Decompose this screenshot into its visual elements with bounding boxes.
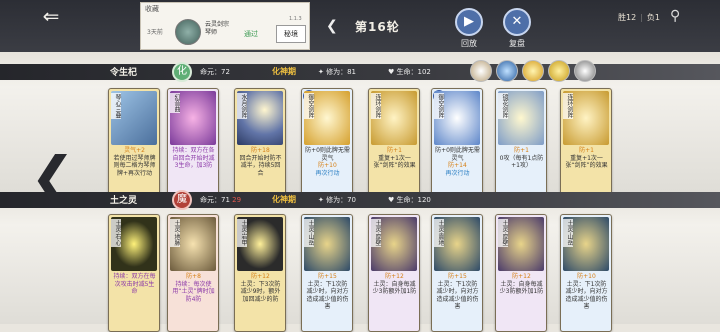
top-bar: ⇐ 收藏 3天前 云灵剑宗 琴师 通过 1.1.3 秘境 ❮ 第16轮 ▶ 回放 … — [0, 0, 720, 52]
card-title: 琴心三叠 — [111, 93, 121, 119]
player2-header: 土之灵 魔 命元：71 29 化神期 ✦ 修为：70 ♥ 生命：120 — [0, 190, 720, 210]
realm-icon: 化 — [172, 62, 192, 82]
card-text: 防+15 土灵：下1次防减少时，向对方造成减少值的伤害 — [436, 273, 479, 310]
card-text: 防+12 土灵：下3次防减少9时，额外加回减少的防 — [240, 273, 281, 303]
card-text: 防+12 土灵：自身每减少3防额外加1防 — [372, 273, 417, 295]
card-4[interactable]: 土灵·山岳 防+15 土灵：下1次防减少时，向对方造成减少值的伤害 — [301, 214, 353, 332]
card-title: 土灵·岩甲 — [237, 219, 247, 247]
realm-icon: 魔 — [172, 190, 192, 210]
version-label: 1.1.3 — [289, 16, 302, 22]
card-6[interactable]: 土灵·震地 防+15 土灵：下1次防减少时，向对方造成减少值的伤害 — [431, 214, 483, 332]
card-title: 土灵·厚壁 — [498, 219, 508, 247]
prev-page-icon[interactable]: ❮ — [30, 150, 75, 204]
card-text: 防+15 土灵：下1次防减少时，向对方造成减少值的伤害 — [306, 273, 349, 310]
card-3[interactable]: 土灵·岩甲 防+12 土灵：下3次防减少9时，额外加回减少的防 — [234, 214, 286, 332]
card-title: 御空剑阵 — [304, 93, 314, 119]
card-title: 土灵·厚壁 — [371, 219, 381, 247]
card-8[interactable]: 连环剑阵 防+1 重复+1次一张“剑阵”的效果 — [560, 88, 612, 206]
yin-yang-icon[interactable] — [574, 60, 596, 82]
card-title: 土灵·石心 — [111, 219, 121, 247]
win-count: 胜12 — [618, 13, 637, 22]
card-text: 防+18 回合开始时防不减半，持续5回合 — [239, 147, 282, 177]
card-text: 防+8 持续：每次使用“土灵”牌时加防4防 — [172, 273, 215, 303]
status-badge: 通过 — [244, 30, 258, 38]
realm-state-button[interactable]: 秘境 — [276, 25, 306, 43]
card-8[interactable]: 土灵·山岳 防+10 土灵：下1次防减少时，向对方造成减少值的伤害 — [560, 214, 612, 332]
share-icon[interactable]: ⚲ — [670, 8, 680, 24]
card-text: 防+1 重复+1次一张“剑阵”的效果 — [373, 147, 416, 169]
card-title: 水月剑阵 — [237, 93, 247, 119]
player1-name: 令生杞 — [110, 68, 138, 78]
card-title: 土灵·地脉 — [170, 219, 180, 247]
card-text: 防+12 土灵：自身每减少3防额外加1防 — [499, 273, 544, 295]
player1-hp: ♥ 生命：102 — [388, 68, 431, 76]
card-5[interactable]: 连环剑阵 防+1 重复+1次一张“剑阵”的效果 — [368, 88, 420, 206]
talisman-icon[interactable] — [548, 60, 570, 82]
card-text: 持续：双方在各自回合开始时减3生命，加3防 — [172, 147, 215, 169]
card-text: 防+1 0攻（每有1点防+1攻） — [499, 147, 544, 169]
player2-realm: 化神期 — [272, 195, 296, 204]
score: 胜12 | 负1 — [618, 13, 660, 22]
sword-icon[interactable] — [496, 60, 518, 82]
cross-icon: ✕ — [503, 8, 531, 36]
relic-icon[interactable] — [470, 60, 492, 82]
player2-name: 土之灵 — [110, 196, 138, 206]
card-5[interactable]: 土灵·厚壁 防+12 土灵：自身每减少3防额外加1防 — [368, 214, 420, 332]
card-title: 连环剑阵 — [371, 93, 381, 119]
card-title: 土灵·山岳 — [563, 219, 573, 247]
player1-header: 令生杞 化 命元：72 化神期 ✦ 修为：81 ♥ 生命：102 — [0, 60, 720, 82]
card-text: 灵气+2 若使用过琴师牌则每二格为琴师牌+再次行动 — [113, 147, 156, 177]
player1-cultivation: ✦ 修为：81 — [318, 68, 357, 76]
player1-panel: 令生杞 化 命元：72 化神期 ✦ 修为：81 ♥ 生命：102 琴心三叠 灵气… — [0, 52, 720, 206]
player2-cultivation: ✦ 修为：70 — [318, 196, 357, 204]
card-7[interactable]: 镜花剑阵 防+1 0攻（每有1点防+1攻） — [495, 88, 547, 206]
card-title: 土灵·山岳 — [304, 219, 314, 247]
player2-hp: ♥ 生命：120 — [388, 196, 431, 204]
player2-mingyuan: 命元：71 29 — [200, 196, 242, 204]
collect-days: 3天前 — [147, 29, 163, 36]
card-text: 防+1 重复+1次一张“剑阵”的效果 — [565, 147, 608, 169]
replay-label: 回放 — [461, 39, 477, 48]
card-text: 防+10 土灵：下1次防减少时，向对方造成减少值的伤害 — [565, 273, 608, 310]
player2-panel: 土之灵 魔 命元：71 29 化神期 ✦ 修为：70 ♥ 生命：120 土灵·石… — [0, 190, 720, 332]
play-icon: ▶ — [455, 8, 483, 36]
card-1[interactable]: 土灵·石心 持续：双方在每次攻击时减5生命 — [108, 214, 160, 332]
sun-icon[interactable] — [522, 60, 544, 82]
card-text: 持续：双方在每次攻击时减5生命 — [113, 273, 156, 295]
collect-panel[interactable]: 收藏 3天前 云灵剑宗 琴师 通过 1.1.3 秘境 — [140, 2, 310, 50]
replay-button[interactable]: ▶ 回放 — [452, 8, 486, 52]
card-4[interactable]: 1 御空剑阵 防+0则此牌无需灵气防+10再次行动 — [301, 88, 353, 206]
round-title: 第16轮 — [355, 20, 400, 34]
collect-label: 收藏 — [145, 5, 159, 13]
card-2[interactable]: 土灵·地脉 防+8 持续：每次使用“土灵”牌时加防4防 — [167, 214, 219, 332]
card-title: 土灵·震地 — [434, 219, 444, 247]
card-text: 防+0则此牌无需灵气 防+14 再次行动 — [435, 147, 480, 177]
review-button[interactable]: ✕ 复盘 — [500, 8, 534, 52]
card-1[interactable]: 琴心三叠 灵气+2 若使用过琴师牌则每二格为琴师牌+再次行动 — [108, 88, 160, 206]
card-2[interactable]: 幻音曲 持续：双方在各自回合开始时减3生命，加3防 — [167, 88, 219, 206]
card-title: 连环剑阵 — [563, 93, 573, 119]
collect-name: 云灵剑宗 琴师 — [205, 21, 230, 36]
review-label: 复盘 — [509, 39, 525, 48]
avatar — [175, 19, 201, 45]
player1-realm: 化神期 — [272, 67, 296, 76]
card-title: 御空剑阵 — [434, 93, 444, 119]
lose-count: 负1 — [646, 13, 660, 22]
card-title: 镜花剑阵 — [498, 93, 508, 119]
card-title: 幻音曲 — [170, 93, 180, 113]
card-3[interactable]: 水月剑阵 防+18 回合开始时防不减半，持续5回合 — [234, 88, 286, 206]
card-7[interactable]: 土灵·厚壁 防+12 土灵：自身每减少3防额外加1防 — [495, 214, 547, 332]
card-text: 防+0则此牌无需灵气 防+10 再次行动 — [305, 147, 350, 177]
card-6[interactable]: 1 御空剑阵 防+0则此牌无需灵气防+14再次行动 — [431, 88, 483, 206]
prev-round-icon[interactable]: ❮ — [326, 18, 338, 34]
back-icon[interactable]: ⇐ — [34, 6, 68, 26]
player1-mingyuan: 命元：72 — [200, 68, 230, 76]
